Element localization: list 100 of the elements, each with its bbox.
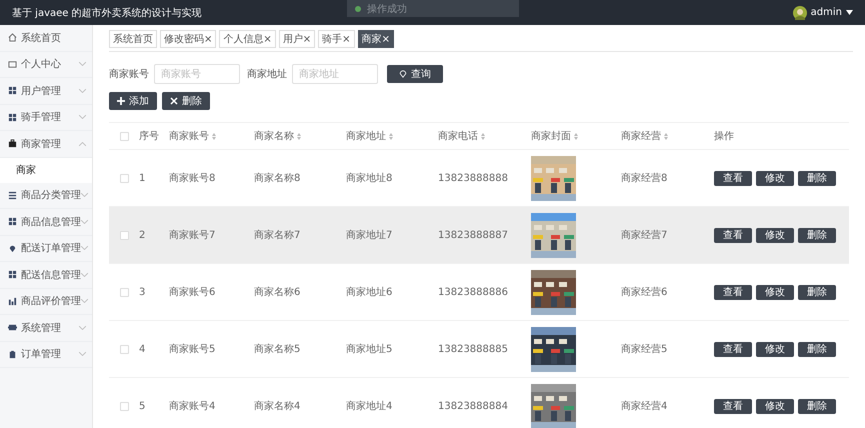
table-row[interactable]: 2 商家账号7 商家名称7 商家地址7 13823888887 商家经营7 查看 修改 删除 bbox=[109, 207, 849, 264]
tab[interactable]: 骑手× bbox=[318, 30, 355, 48]
add-button[interactable]: 添加 bbox=[109, 92, 157, 110]
table-cell-text: 商家账号8 bbox=[169, 172, 216, 185]
view-button[interactable]: 查看 bbox=[714, 342, 752, 356]
table-cell-text: 商家名称5 bbox=[254, 342, 300, 356]
column-header[interactable]: 商家地址 bbox=[346, 129, 386, 143]
row-checkbox[interactable] bbox=[120, 344, 128, 354]
sidebar-item[interactable]: 个人中心 bbox=[0, 52, 92, 78]
sidebar-item[interactable]: 商品评价管理 bbox=[0, 288, 92, 315]
row-checkbox[interactable] bbox=[120, 230, 128, 240]
plus-icon bbox=[117, 97, 125, 105]
delete-button[interactable]: 删除 bbox=[162, 92, 210, 110]
sort-icon[interactable] bbox=[664, 132, 668, 140]
table-cell-text: 商家地址4 bbox=[346, 400, 392, 413]
table-cell: 13823888888 bbox=[438, 172, 508, 184]
table-cell: 13823888887 bbox=[438, 230, 508, 240]
sidebar-item[interactable]: 骑手管理 bbox=[0, 104, 92, 131]
search-button[interactable]: 查询 bbox=[387, 65, 443, 83]
column-header[interactable]: 操作 bbox=[714, 129, 734, 143]
sort-icon[interactable] bbox=[389, 132, 393, 140]
column-header[interactable]: 序号 bbox=[139, 129, 159, 143]
sidebar-item[interactable]: 订单管理 bbox=[0, 342, 92, 368]
delete-button[interactable]: 删除 bbox=[798, 398, 836, 414]
sort-icon[interactable] bbox=[574, 132, 578, 140]
chevron-icon bbox=[81, 193, 88, 198]
view-button[interactable]: 查看 bbox=[714, 228, 752, 242]
success-icon bbox=[355, 6, 361, 12]
chevron-icon bbox=[79, 62, 86, 66]
table-cell-text: 商家经营5 bbox=[621, 342, 668, 356]
chevron-icon bbox=[81, 272, 88, 277]
column-header[interactable]: 商家经营 bbox=[621, 129, 661, 143]
select-all-checkbox[interactable] bbox=[120, 132, 128, 140]
delete-button[interactable]: 删除 bbox=[798, 342, 836, 356]
sidebar-item[interactable]: 用户管理 bbox=[0, 78, 92, 104]
column-header[interactable]: 商家名称 bbox=[254, 129, 294, 143]
table-cell: 13823888884 bbox=[438, 400, 508, 412]
table-cell-text: 商家名称4 bbox=[254, 400, 300, 413]
sidebar-item[interactable]: 商品信息管理 bbox=[0, 209, 92, 236]
table-cell-text: 商家账号7 bbox=[169, 228, 216, 242]
grid-icon bbox=[8, 112, 17, 122]
table-cell-text: 商家地址8 bbox=[346, 172, 392, 185]
view-button[interactable]: 查看 bbox=[714, 170, 752, 186]
edit-button[interactable]: 修改 bbox=[756, 284, 794, 300]
table-cell-text: 商家经营8 bbox=[621, 172, 668, 185]
search-field[interactable]: 商家地址 bbox=[292, 64, 378, 84]
sort-icon[interactable] bbox=[481, 132, 485, 140]
chevron-icon bbox=[79, 115, 86, 120]
sidebar-subitem[interactable]: 商家 bbox=[0, 158, 92, 182]
grid-icon bbox=[8, 217, 17, 226]
view-button[interactable]: 查看 bbox=[714, 284, 752, 300]
avatar-icon[interactable] bbox=[792, 6, 807, 20]
table-cell: 13823888885 bbox=[438, 344, 508, 354]
column-header[interactable]: 商家账号 bbox=[169, 129, 209, 143]
edit-button[interactable]: 修改 bbox=[756, 170, 794, 186]
tab[interactable]: 商家× bbox=[358, 30, 394, 48]
chart-icon bbox=[8, 296, 17, 306]
table-cell: 3 bbox=[139, 286, 146, 298]
grid-icon bbox=[8, 86, 17, 96]
row-checkbox[interactable] bbox=[120, 174, 128, 182]
dropdown-icon[interactable] bbox=[846, 10, 853, 15]
table-cell: 4 bbox=[139, 344, 146, 354]
chevron-icon bbox=[81, 246, 88, 250]
sidebar-item[interactable]: 配送订单管理 bbox=[0, 236, 92, 262]
edit-button[interactable]: 修改 bbox=[756, 342, 794, 356]
sort-icon[interactable] bbox=[212, 132, 216, 140]
tab[interactable]: 用户× bbox=[278, 30, 316, 48]
tab[interactable]: 系统首页 bbox=[109, 30, 157, 48]
delete-button[interactable]: 删除 bbox=[798, 284, 836, 300]
sidebar-item[interactable]: 系统管理 bbox=[0, 315, 92, 342]
sidebar-item[interactable]: 商品分类管理 bbox=[0, 182, 92, 209]
user-name[interactable]: admin bbox=[810, 7, 842, 18]
delete-button[interactable]: 删除 bbox=[798, 170, 836, 186]
tab[interactable]: 个人信息× bbox=[219, 30, 276, 48]
table-cell-text: 商家地址5 bbox=[346, 342, 392, 356]
home-icon bbox=[8, 33, 17, 42]
sort-icon[interactable] bbox=[297, 132, 301, 140]
search-field[interactable]: 商家账号 bbox=[154, 64, 240, 84]
table-cell: 13823888886 bbox=[438, 286, 508, 298]
view-button[interactable]: 查看 bbox=[714, 398, 752, 414]
table-cell-text: 商家地址7 bbox=[346, 228, 392, 242]
edit-button[interactable]: 修改 bbox=[756, 398, 794, 414]
chevron-icon bbox=[81, 299, 88, 304]
table-cell: 1 bbox=[139, 172, 146, 184]
table-cell: 2 bbox=[139, 230, 146, 240]
edit-button[interactable]: 修改 bbox=[756, 228, 794, 242]
table-cell-text: 商家名称8 bbox=[254, 172, 300, 185]
table-cell-text: 商家经营6 bbox=[621, 286, 668, 299]
sidebar-item[interactable]: 系统首页 bbox=[0, 25, 92, 52]
app-title: 基于 javaee 的超市外卖系统的设计与实现 bbox=[12, 6, 202, 20]
table-cell-text: 商家账号4 bbox=[169, 400, 216, 413]
tab[interactable]: 修改密码× bbox=[160, 30, 216, 48]
pin-icon bbox=[8, 244, 17, 253]
row-checkbox[interactable] bbox=[120, 402, 128, 410]
delete-button[interactable]: 删除 bbox=[798, 228, 836, 242]
column-header[interactable]: 商家电话 bbox=[438, 129, 478, 143]
sidebar-item[interactable]: 配送信息管理 bbox=[0, 262, 92, 288]
column-header[interactable]: 商家封面 bbox=[531, 129, 571, 143]
toast-text: 操作成功 bbox=[367, 2, 407, 16]
row-checkbox[interactable] bbox=[120, 288, 128, 296]
